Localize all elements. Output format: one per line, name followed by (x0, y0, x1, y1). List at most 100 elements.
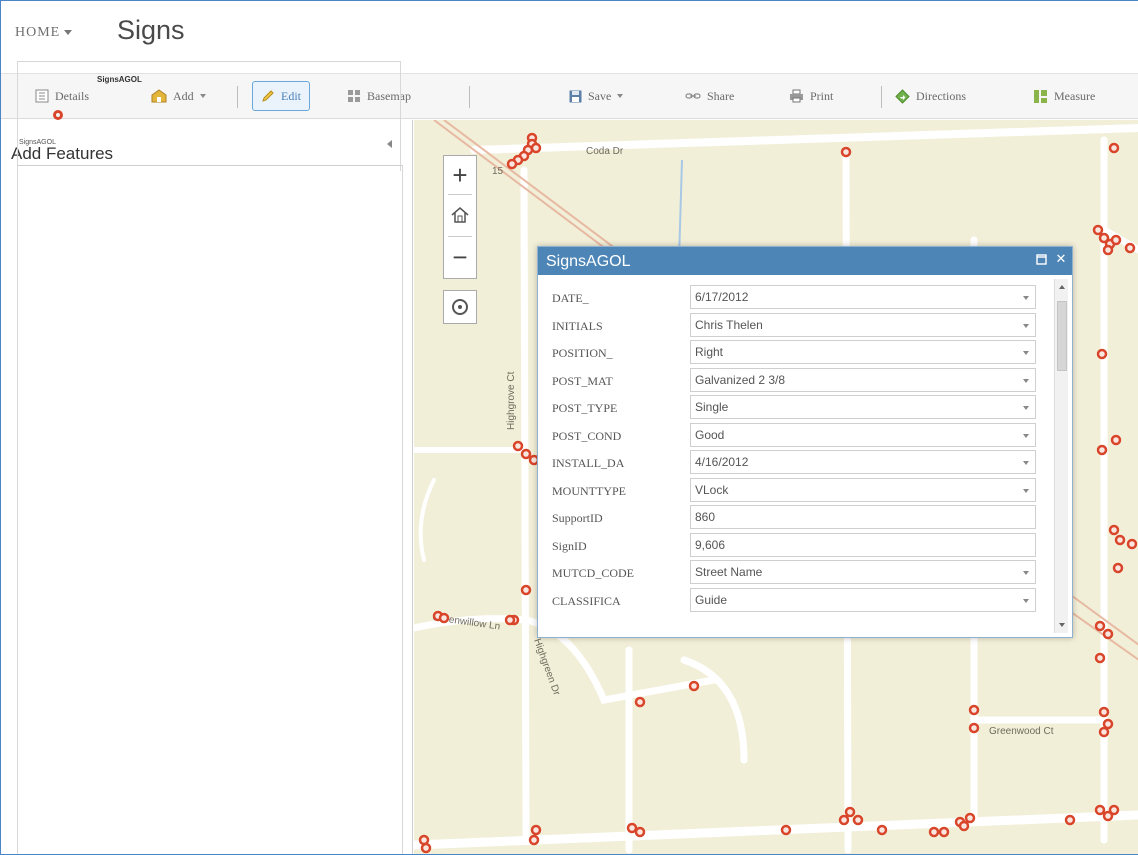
sign-marker[interactable] (928, 826, 940, 838)
sign-marker[interactable] (530, 824, 542, 836)
sign-marker[interactable] (512, 440, 524, 452)
sign-marker[interactable] (1094, 620, 1106, 632)
sign-marker[interactable] (1126, 538, 1138, 550)
attribute-select[interactable]: 4/16/2012 (690, 450, 1036, 474)
sign-marker[interactable] (968, 704, 980, 716)
popup-buttons: ✕ (1034, 251, 1068, 267)
close-icon[interactable]: ✕ (1054, 251, 1068, 267)
sign-marker[interactable] (626, 822, 638, 834)
sign-marker[interactable] (530, 142, 542, 154)
save-disk-icon (569, 90, 582, 102)
sign-marker[interactable] (1096, 348, 1108, 360)
maximize-icon[interactable] (1034, 251, 1048, 267)
sign-marker[interactable] (506, 158, 518, 170)
home-menu[interactable]: HOME (15, 25, 73, 41)
attribute-input[interactable]: 9,606 (690, 532, 1036, 557)
attribute-select[interactable]: 6/17/2012 (690, 285, 1036, 309)
sign-marker[interactable] (1092, 224, 1104, 236)
sign-marker[interactable] (1064, 814, 1076, 826)
attribute-select[interactable]: Right (690, 340, 1036, 364)
sign-marker[interactable] (634, 826, 646, 838)
attribute-label: MUTCD_CODE (552, 566, 635, 580)
sign-marker[interactable] (520, 584, 532, 596)
sign-marker[interactable] (876, 824, 888, 836)
attribute-select[interactable]: Galvanized 2 3/8 (690, 367, 1036, 392)
sign-marker[interactable] (1094, 652, 1106, 664)
attribute-select[interactable]: Guide (690, 587, 1036, 612)
attribute-value: 6/17/2012 (695, 290, 749, 304)
sign-marker[interactable] (1102, 628, 1114, 640)
sign-marker[interactable] (938, 826, 950, 838)
chevron-down-icon (1023, 461, 1029, 465)
locate-button[interactable] (443, 290, 477, 324)
attribute-value: 860 (695, 510, 716, 524)
toolbar-divider (469, 86, 470, 108)
sign-marker[interactable] (418, 834, 430, 846)
sign-marker[interactable] (1098, 706, 1110, 718)
sign-marker[interactable] (438, 612, 450, 624)
attribute-select[interactable]: Chris Thelen (690, 312, 1036, 337)
home-icon (451, 207, 469, 223)
sign-marker[interactable] (852, 814, 864, 826)
sign-marker[interactable] (1108, 524, 1120, 536)
sign-marker[interactable] (1110, 434, 1122, 446)
sign-marker[interactable] (1124, 242, 1136, 254)
stream (678, 159, 683, 261)
road-curve-mid (680, 656, 748, 764)
sign-marker[interactable] (420, 842, 432, 854)
attribute-value: 4/16/2012 (695, 455, 749, 469)
toolbar-divider (881, 86, 882, 108)
locate-target-icon (452, 299, 468, 315)
sign-marker[interactable] (634, 696, 646, 708)
sign-marker[interactable] (1112, 562, 1124, 574)
sign-marker[interactable] (1108, 804, 1120, 816)
attribute-row: INSTALL_DA 4/16/2012 (538, 448, 1072, 474)
attribute-value: VLock (695, 482, 729, 497)
sign-marker[interactable] (520, 448, 532, 460)
sign-marker[interactable] (1108, 142, 1120, 154)
save-button[interactable]: Save (569, 81, 624, 111)
zoom-in-button[interactable]: + (444, 156, 476, 194)
attribute-label: POST_COND (552, 428, 622, 443)
sign-marker[interactable] (838, 814, 850, 826)
sign-marker[interactable] (1102, 718, 1114, 730)
feature-attribute-popup: SignsAGOL ✕ DATE_ 6/17/2012 INITIALS Chris … (537, 246, 1073, 638)
attribute-select[interactable]: Single (690, 395, 1036, 419)
sign-marker[interactable] (844, 806, 856, 818)
sign-marker[interactable] (1102, 244, 1114, 256)
share-button[interactable]: Share (685, 81, 734, 111)
attribute-label: POST_MAT (552, 373, 613, 388)
print-button[interactable]: Print (789, 81, 833, 111)
sign-marker[interactable] (840, 146, 852, 158)
attribute-select[interactable]: VLock (690, 477, 1036, 502)
sign-marker[interactable] (958, 820, 970, 832)
attribute-input[interactable]: 860 (690, 505, 1036, 529)
attribute-select[interactable]: Good (690, 422, 1036, 447)
sign-marker[interactable] (504, 614, 516, 626)
chevron-down-icon (1023, 406, 1029, 410)
sign-marker[interactable] (1110, 234, 1122, 246)
scroll-down-icon[interactable] (1059, 623, 1065, 627)
sign-marker[interactable] (964, 812, 976, 824)
app-header: HOME Signs (1, 1, 1138, 69)
road-cul-de-sac-left (418, 478, 436, 562)
sign-marker[interactable] (1096, 444, 1108, 456)
zoom-out-button[interactable]: − (444, 238, 476, 276)
directions-button[interactable]: Directions (895, 81, 966, 111)
attribute-select[interactable]: Street Name (690, 560, 1036, 584)
print-label: Print (810, 88, 834, 103)
popup-header: SignsAGOL ✕ (538, 247, 1072, 275)
sign-marker[interactable] (528, 834, 540, 846)
chevron-down-icon (1023, 378, 1029, 383)
sign-point-template[interactable] (53, 110, 63, 120)
street-label-coda: Coda Dr (586, 146, 624, 157)
sign-marker[interactable] (1114, 534, 1126, 546)
sign-marker[interactable] (1098, 726, 1110, 738)
sign-marker[interactable] (1094, 804, 1106, 816)
page-title: Signs (117, 15, 185, 45)
sign-marker[interactable] (688, 680, 700, 692)
home-extent-button[interactable] (444, 196, 476, 234)
sign-marker[interactable] (780, 824, 792, 836)
measure-button[interactable]: Measure (1033, 81, 1095, 111)
sign-marker[interactable] (968, 722, 980, 734)
